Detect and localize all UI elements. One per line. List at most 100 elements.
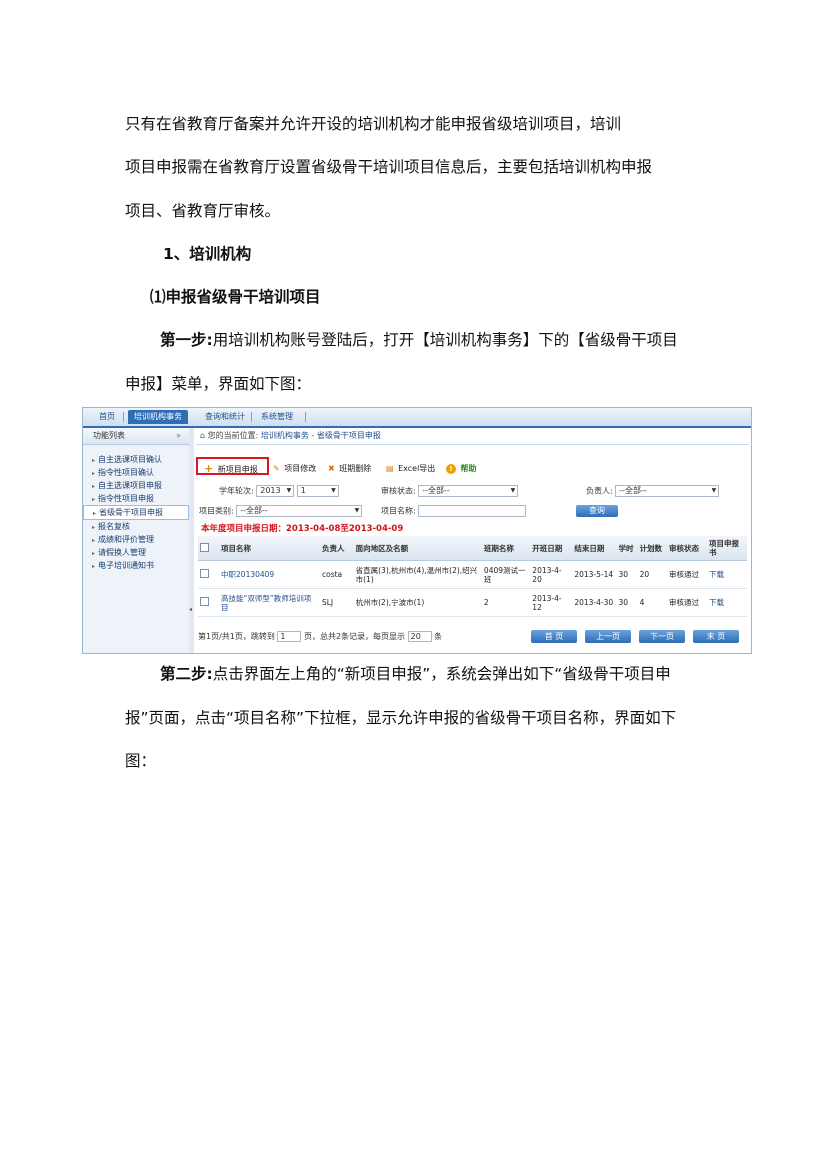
sidebar-item-label: 自主选课项目确认 [98, 455, 163, 464]
column-header[interactable]: 开班日期 [530, 536, 573, 561]
sidebar-item[interactable]: ▸ 指令性项目申报 [83, 492, 189, 505]
sidebar: 功能列表 » ▸ 自主选课项目确认 ▸ 指令性项目确认 ▸ 自主选课项目申报 ▸ 指令性… [83, 428, 190, 653]
delete-icon: ✖ [328, 464, 335, 473]
edit-project-label: 项目修改 [284, 464, 317, 473]
cell-regions: 省直属(3),杭州市(4),温州市(2),绍兴市(1) [353, 560, 482, 589]
dropdown-arrow-icon: ▼ [286, 487, 292, 494]
caret-icon: ▸ [92, 563, 96, 570]
help-button[interactable]: ! 帮助 [446, 461, 477, 476]
edit-project-button[interactable]: ✎ 项目修改 [273, 461, 316, 476]
status-value: --全部-- [422, 486, 450, 495]
download-link[interactable]: 下载 [706, 560, 747, 589]
sidebar-item-selected[interactable]: ▸ 省级骨干项目申报 [83, 505, 189, 520]
status-filter: 审核状态: --全部-- ▼ [381, 485, 519, 497]
cell-project-name[interactable]: 高技能“双师型”教师培训项目 [219, 588, 320, 617]
sidebar-item[interactable]: ▸ 指令性项目确认 [83, 466, 189, 479]
sidebar-item[interactable]: ▸ 报名复核 [83, 520, 189, 533]
column-header[interactable]: 结束日期 [572, 536, 617, 561]
cell-plan: 4 [637, 588, 667, 617]
tab-training-affairs[interactable]: 培训机构事务 [128, 410, 188, 424]
category-select[interactable]: --全部-- ▼ [236, 505, 363, 517]
sidebar-splitter[interactable]: ◂ [189, 428, 194, 653]
excel-export-button[interactable]: ▤ Excel导出 [386, 461, 435, 476]
status-select[interactable]: --全部-- ▼ [418, 485, 519, 497]
caret-icon: ▸ [92, 537, 96, 544]
query-button[interactable]: 查询 [576, 505, 618, 517]
owner-select[interactable]: --全部-- ▼ [615, 485, 720, 497]
column-header[interactable]: 项目名称 [219, 536, 320, 561]
round-select[interactable]: 1 ▼ [296, 485, 339, 497]
last-page-button[interactable]: 末 页 [693, 630, 739, 643]
tab-query-stats[interactable]: 查询和统计 [199, 410, 251, 424]
row-checkbox[interactable] [200, 569, 209, 578]
step2-line-1: 第二步:点击界面左上角的“新项目申报”，系统会弹出如下“省级骨干项目申 [160, 662, 740, 684]
top-nav: 首页 培训机构事务 查询和统计 系统管理 [83, 408, 751, 428]
owner-filter: 负责人: --全部-- ▼ [586, 485, 720, 497]
delete-class-button[interactable]: ✖ 班期删除 [328, 461, 371, 476]
cell-owner: SLJ [319, 588, 354, 617]
collapse-icon[interactable]: » [176, 428, 181, 444]
breadcrumb-path[interactable]: 培训机构事务 - 省级骨干项目申报 [261, 431, 381, 440]
sidebar-item[interactable]: ▸ 请假换人管理 [83, 546, 189, 559]
column-header[interactable]: 负责人 [319, 536, 354, 561]
column-header[interactable]: 面向地区及名额 [353, 536, 482, 561]
cell-status: 审核通过 [667, 560, 707, 589]
sidebar-item-label: 指令性项目确认 [98, 468, 155, 477]
help-label: 帮助 [460, 464, 477, 473]
prev-page-button[interactable]: 上一页 [585, 630, 631, 643]
sidebar-item[interactable]: ▸ 电子培训通知书 [83, 559, 189, 572]
owner-label: 负责人: [586, 486, 613, 496]
sidebar-item-label: 请假换人管理 [98, 548, 147, 557]
name-input[interactable] [418, 505, 527, 517]
download-link[interactable]: 下载 [706, 588, 747, 617]
next-page-button[interactable]: 下一页 [639, 630, 685, 643]
select-all-checkbox[interactable] [200, 542, 209, 552]
table-row[interactable]: 中职20130409 costa 省直属(3),杭州市(4),温州市(2),绍兴… [198, 560, 747, 589]
cell-class-name: 0409测试一班 [481, 560, 531, 589]
cell-project-name[interactable]: 中职20130409 [219, 560, 320, 589]
name-label: 项目名称: [381, 506, 416, 516]
cell-start-date: 2013-4-20 [530, 560, 573, 589]
sidebar-header: 功能列表 » [83, 428, 189, 445]
table-header: 项目名称 负责人 面向地区及名额 班期名称 开班日期 结束日期 学时 计划数 审… [198, 536, 747, 561]
page-size-input[interactable]: 20 [407, 631, 432, 642]
round-value: 1 [300, 486, 306, 495]
cell-status: 审核通过 [667, 588, 707, 617]
sidebar-item[interactable]: ▸ 自主选课项目申报 [83, 479, 189, 492]
caret-icon: ▸ [92, 496, 96, 503]
step2-text: 点击界面左上角的“新项目申报”，系统会弹出如下“省级骨干项目申 [212, 665, 671, 683]
sidebar-item[interactable]: ▸ 成绩和评价管理 [83, 533, 189, 546]
step2-line-3: 图： [125, 752, 157, 770]
breadcrumb-prefix: 您的当前位置: [207, 431, 259, 440]
cell-start-date: 2013-4-12 [530, 588, 573, 617]
step1-label: 第一步: [160, 331, 213, 349]
sidebar-title: 功能列表 [93, 431, 125, 440]
tab-system-admin[interactable]: 系统管理 [255, 410, 299, 424]
collapse-arrow-icon[interactable]: ◂ [189, 606, 192, 613]
first-page-button[interactable]: 首 页 [531, 630, 577, 643]
column-header[interactable]: 计划数 [637, 536, 667, 561]
info-icon: ! [446, 464, 456, 474]
intro-line-1: 只有在省教育厅备案并允许开设的培训机构才能申报省级培训项目，培训 [125, 115, 622, 133]
name-filter: 项目名称: [381, 505, 527, 517]
column-header[interactable]: 学时 [616, 536, 638, 561]
step2-label: 第二步: [160, 665, 213, 683]
sidebar-item-label: 报名复核 [98, 522, 131, 531]
caret-icon: ▸ [92, 457, 96, 464]
page-size-value: 20 [410, 632, 421, 641]
tab-divider [123, 412, 124, 422]
column-header[interactable]: 班期名称 [481, 536, 531, 561]
column-header[interactable]: 审核状态 [667, 536, 707, 561]
table-row[interactable]: 高技能“双师型”教师培训项目 SLJ 杭州市(2),宁波市(1) 2 2013-… [198, 588, 747, 617]
subsection-heading: ⑴申报省级骨干培训项目 [150, 288, 321, 306]
deadline-notice: 本年度项目申报日期：2013-04-08至2013-04-09 [201, 524, 404, 534]
category-filter: 项目类别: --全部-- ▼ [199, 505, 363, 517]
column-header[interactable]: 项目申报书 [706, 536, 747, 561]
page-jump-input[interactable]: 1 [277, 631, 302, 642]
dropdown-arrow-icon: ▼ [331, 487, 336, 494]
year-select[interactable]: 2013 ▼ [256, 485, 295, 497]
row-checkbox[interactable] [200, 597, 209, 606]
home-icon: ⌂ [200, 431, 206, 440]
tab-home[interactable]: 首页 [93, 410, 121, 424]
sidebar-item[interactable]: ▸ 自主选课项目确认 [83, 453, 189, 466]
